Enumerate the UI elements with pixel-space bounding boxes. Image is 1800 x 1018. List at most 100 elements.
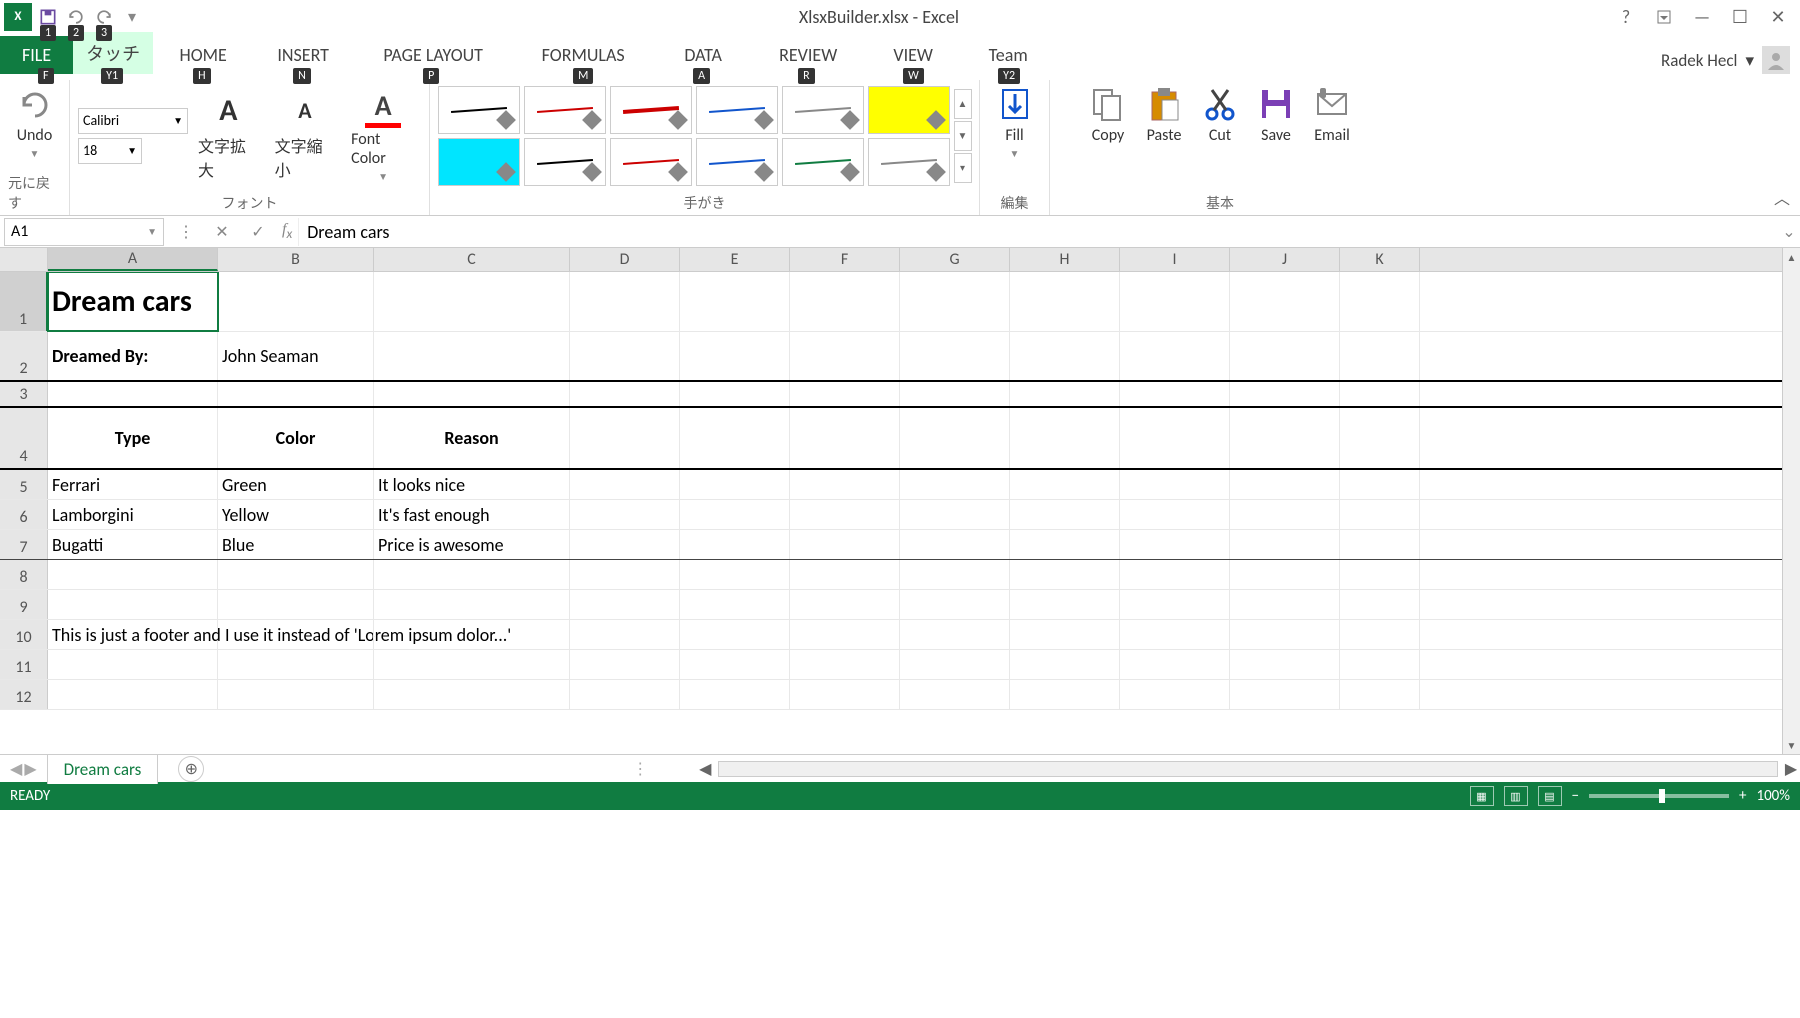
cell[interactable] <box>374 560 570 589</box>
cell[interactable] <box>1010 530 1120 559</box>
cell[interactable] <box>1230 650 1340 679</box>
col-header-B[interactable]: B <box>218 248 374 271</box>
cell[interactable] <box>570 470 680 499</box>
cell[interactable] <box>218 590 374 619</box>
cell-A2[interactable]: Dreamed By: <box>48 332 218 380</box>
sheet-tab-active[interactable]: Dream cars <box>47 754 159 784</box>
scroll-left-button[interactable]: ◀ <box>696 759 714 779</box>
view-page-layout-button[interactable]: ▥ <box>1504 786 1528 806</box>
cell[interactable] <box>1010 650 1120 679</box>
cell-A6[interactable]: Lamborgini <box>48 500 218 529</box>
qat-redo-button[interactable]: 3 <box>92 5 116 29</box>
pen-red-thin[interactable] <box>524 86 606 134</box>
add-sheet-button[interactable]: ⊕ <box>178 756 204 782</box>
cell[interactable] <box>1340 680 1420 709</box>
row-header-12[interactable]: 12 <box>0 680 48 709</box>
row-header-10[interactable]: 10 <box>0 620 48 649</box>
pen-blue[interactable] <box>696 86 778 134</box>
cell[interactable] <box>1010 500 1120 529</box>
cell[interactable] <box>1230 272 1340 331</box>
cell[interactable] <box>1120 650 1230 679</box>
font-name-combo[interactable]: Calibri▼ <box>78 108 188 134</box>
cell[interactable] <box>570 408 680 468</box>
cell[interactable] <box>1120 500 1230 529</box>
tab-view[interactable]: VIEWW <box>863 36 963 74</box>
cell[interactable] <box>1120 408 1230 468</box>
highlighter-yellow[interactable] <box>868 86 950 134</box>
cell[interactable] <box>680 382 790 406</box>
font-size-combo[interactable]: 18▼ <box>78 138 142 164</box>
cell[interactable] <box>790 470 900 499</box>
cell[interactable] <box>218 382 374 406</box>
cell[interactable] <box>570 500 680 529</box>
pen-red-2[interactable] <box>610 138 692 186</box>
tab-insert[interactable]: INSERTN <box>253 36 353 74</box>
cell[interactable] <box>680 272 790 331</box>
cell[interactable] <box>680 560 790 589</box>
view-normal-button[interactable]: ▦ <box>1470 786 1494 806</box>
tab-data[interactable]: DATAA <box>653 36 753 74</box>
cell[interactable] <box>374 382 570 406</box>
more-functions-button[interactable]: ⋮ <box>168 218 204 246</box>
close-button[interactable]: ✕ <box>1766 5 1790 29</box>
cell[interactable] <box>1340 500 1420 529</box>
col-header-J[interactable]: J <box>1230 248 1340 271</box>
expand-formula-button[interactable]: ⌄ <box>1778 222 1800 242</box>
cell[interactable] <box>1010 470 1120 499</box>
cell-B6[interactable]: Yellow <box>218 500 374 529</box>
cell[interactable] <box>48 590 218 619</box>
cell[interactable] <box>218 650 374 679</box>
zoom-out-button[interactable]: − <box>1572 787 1579 805</box>
pen-blue-2[interactable] <box>696 138 778 186</box>
select-all-corner[interactable] <box>0 248 48 271</box>
cell[interactable] <box>900 382 1010 406</box>
fx-icon[interactable]: fx <box>276 221 298 242</box>
cell[interactable] <box>1010 382 1120 406</box>
col-header-C[interactable]: C <box>374 248 570 271</box>
cell[interactable] <box>1120 620 1230 649</box>
cell[interactable] <box>570 560 680 589</box>
cell-B4[interactable]: Color <box>218 408 374 468</box>
tab-touch[interactable]: タッチ Y1 <box>73 32 153 74</box>
scroll-down-button[interactable]: ▼ <box>1783 736 1800 754</box>
cell[interactable] <box>790 500 900 529</box>
fill-button[interactable]: Fill▼ <box>989 80 1041 164</box>
gallery-up-button[interactable]: ▲ <box>954 89 972 119</box>
sheet-nav-prev[interactable]: ◀ <box>10 759 22 779</box>
cell[interactable] <box>570 590 680 619</box>
cut-button[interactable]: Cut <box>1194 80 1246 149</box>
cell[interactable] <box>1340 620 1420 649</box>
row-header-7[interactable]: 7 <box>0 530 48 559</box>
view-page-break-button[interactable]: ▤ <box>1538 786 1562 806</box>
col-header-E[interactable]: E <box>680 248 790 271</box>
pen-green[interactable] <box>782 138 864 186</box>
font-color-button[interactable]: AFont Color▼ <box>345 84 421 187</box>
cell[interactable] <box>374 272 570 331</box>
help-button[interactable]: ? <box>1614 5 1638 29</box>
cell[interactable] <box>790 382 900 406</box>
cell-A10[interactable]: This is just a footer and I use it inste… <box>48 620 218 649</box>
row-header-8[interactable]: 8 <box>0 560 48 589</box>
cell[interactable] <box>570 650 680 679</box>
font-grow-button[interactable]: A文字拡大 <box>192 87 265 185</box>
cell[interactable] <box>48 680 218 709</box>
cell[interactable] <box>374 590 570 619</box>
cell[interactable] <box>1120 560 1230 589</box>
cell[interactable] <box>1120 680 1230 709</box>
row-header-3[interactable]: 3 <box>0 382 48 406</box>
formula-input[interactable]: Dream cars <box>298 218 1778 246</box>
row-header-1[interactable]: 1 <box>0 272 48 331</box>
cell-C4[interactable]: Reason <box>374 408 570 468</box>
horizontal-scrollbar[interactable]: ◀ ▶ <box>696 759 1800 779</box>
undo-button[interactable]: Undo▼ <box>9 80 61 164</box>
cell[interactable] <box>1010 272 1120 331</box>
cell-A4[interactable]: Type <box>48 408 218 468</box>
col-header-G[interactable]: G <box>900 248 1010 271</box>
tab-review[interactable]: REVIEWR <box>753 36 863 74</box>
cell[interactable] <box>1120 470 1230 499</box>
cell[interactable] <box>1010 620 1120 649</box>
cell[interactable] <box>218 680 374 709</box>
row-header-2[interactable]: 2 <box>0 332 48 380</box>
cell[interactable] <box>680 590 790 619</box>
cell[interactable] <box>1230 680 1340 709</box>
